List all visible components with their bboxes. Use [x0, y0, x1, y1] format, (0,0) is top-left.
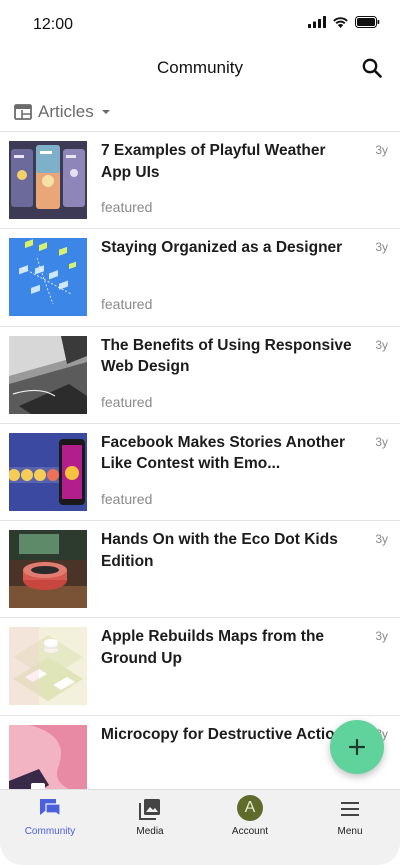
status-bar: 12:00	[0, 0, 400, 46]
article-title: Facebook Makes Stories Another Like Cont…	[101, 433, 346, 473]
article-title: Staying Organized as a Designer	[101, 239, 343, 257]
search-icon	[362, 58, 382, 78]
bottom-navigation: Community Media A Account Menu	[0, 789, 400, 865]
article-row[interactable]: Hands On with the Eco Dot Kids Edition 3…	[0, 521, 400, 619]
battery-icon	[355, 16, 380, 28]
article-row[interactable]: Apple Rebuilds Maps from the Ground Up 3…	[0, 618, 400, 716]
plus-icon	[348, 738, 366, 756]
nav-media[interactable]: Media	[100, 790, 200, 865]
weather-app-thumbnail	[9, 141, 87, 219]
article-title: Microcopy for Destructive Actions	[101, 725, 353, 743]
nav-label: Media	[136, 826, 164, 837]
article-row[interactable]: The Benefits of Using Responsive Web Des…	[0, 327, 400, 424]
article-list: 7 Examples of Playful Weather App UIs fe…	[0, 132, 400, 814]
article-age: 3y	[375, 532, 388, 547]
article-thumbnail	[9, 335, 87, 414]
article-age: 3y	[375, 434, 388, 449]
content-type-dropdown[interactable]: Articles	[14, 100, 112, 124]
dropdown-arrow-icon	[101, 110, 110, 114]
article-thumbnail	[9, 530, 87, 609]
nav-menu[interactable]: Menu	[300, 790, 400, 865]
article-row[interactable]: 7 Examples of Playful Weather App UIs fe…	[0, 132, 400, 230]
article-age: 3y	[375, 337, 388, 352]
nav-label: Menu	[337, 826, 363, 837]
article-age: 3y	[375, 629, 388, 644]
nav-account[interactable]: A Account	[200, 790, 300, 865]
article-age: 3y	[375, 143, 388, 157]
cellular-signal-icon	[308, 16, 326, 28]
article-thumbnail	[9, 141, 87, 219]
article-tag: featured	[101, 393, 153, 410]
article-tag: featured	[101, 490, 153, 507]
article-title: Hands On with the Eco Dot Kids Edition	[101, 531, 338, 570]
article-age: 3y	[375, 240, 388, 255]
menu-icon	[341, 802, 359, 816]
facebook-stories-thumbnail	[9, 432, 87, 511]
filter-bar: Articles	[0, 92, 400, 132]
nav-community[interactable]: Community	[0, 790, 100, 865]
app-header: Community	[0, 46, 400, 90]
nav-label: Account	[231, 826, 269, 837]
content-type-label: Articles	[38, 102, 94, 121]
laptop-thumbnail	[9, 335, 87, 414]
article-thumbnail	[9, 432, 87, 511]
page-title: Community	[157, 58, 243, 77]
article-tag: featured	[101, 199, 153, 215]
app-screen: 12:00 Community Articles 7 Examples of P…	[0, 0, 400, 865]
article-thumbnail	[9, 238, 87, 317]
article-title: Apple Rebuilds Maps from the Ground Up	[101, 628, 325, 667]
article-thumbnail	[9, 627, 87, 706]
status-icons	[308, 16, 380, 28]
organization-thumbnail	[9, 238, 87, 317]
article-title: 7 Examples of Playful Weather App UIs	[101, 142, 326, 181]
avatar: A	[237, 795, 263, 821]
wifi-icon	[333, 17, 348, 28]
chat-icon	[40, 799, 61, 818]
article-icon	[14, 104, 32, 120]
maps-thumbnail	[9, 627, 87, 706]
article-row[interactable]: Facebook Makes Stories Another Like Cont…	[0, 424, 400, 522]
status-time: 12:00	[33, 16, 74, 33]
article-row[interactable]: Staying Organized as a Designer featured…	[0, 229, 400, 327]
echo-dot-thumbnail	[9, 530, 87, 609]
nav-label: Community	[24, 826, 76, 837]
image-icon	[139, 799, 160, 820]
article-title: The Benefits of Using Responsive Web Des…	[101, 336, 352, 376]
article-tag: featured	[101, 296, 153, 313]
create-post-fab[interactable]	[330, 720, 384, 774]
search-button[interactable]	[360, 56, 384, 80]
